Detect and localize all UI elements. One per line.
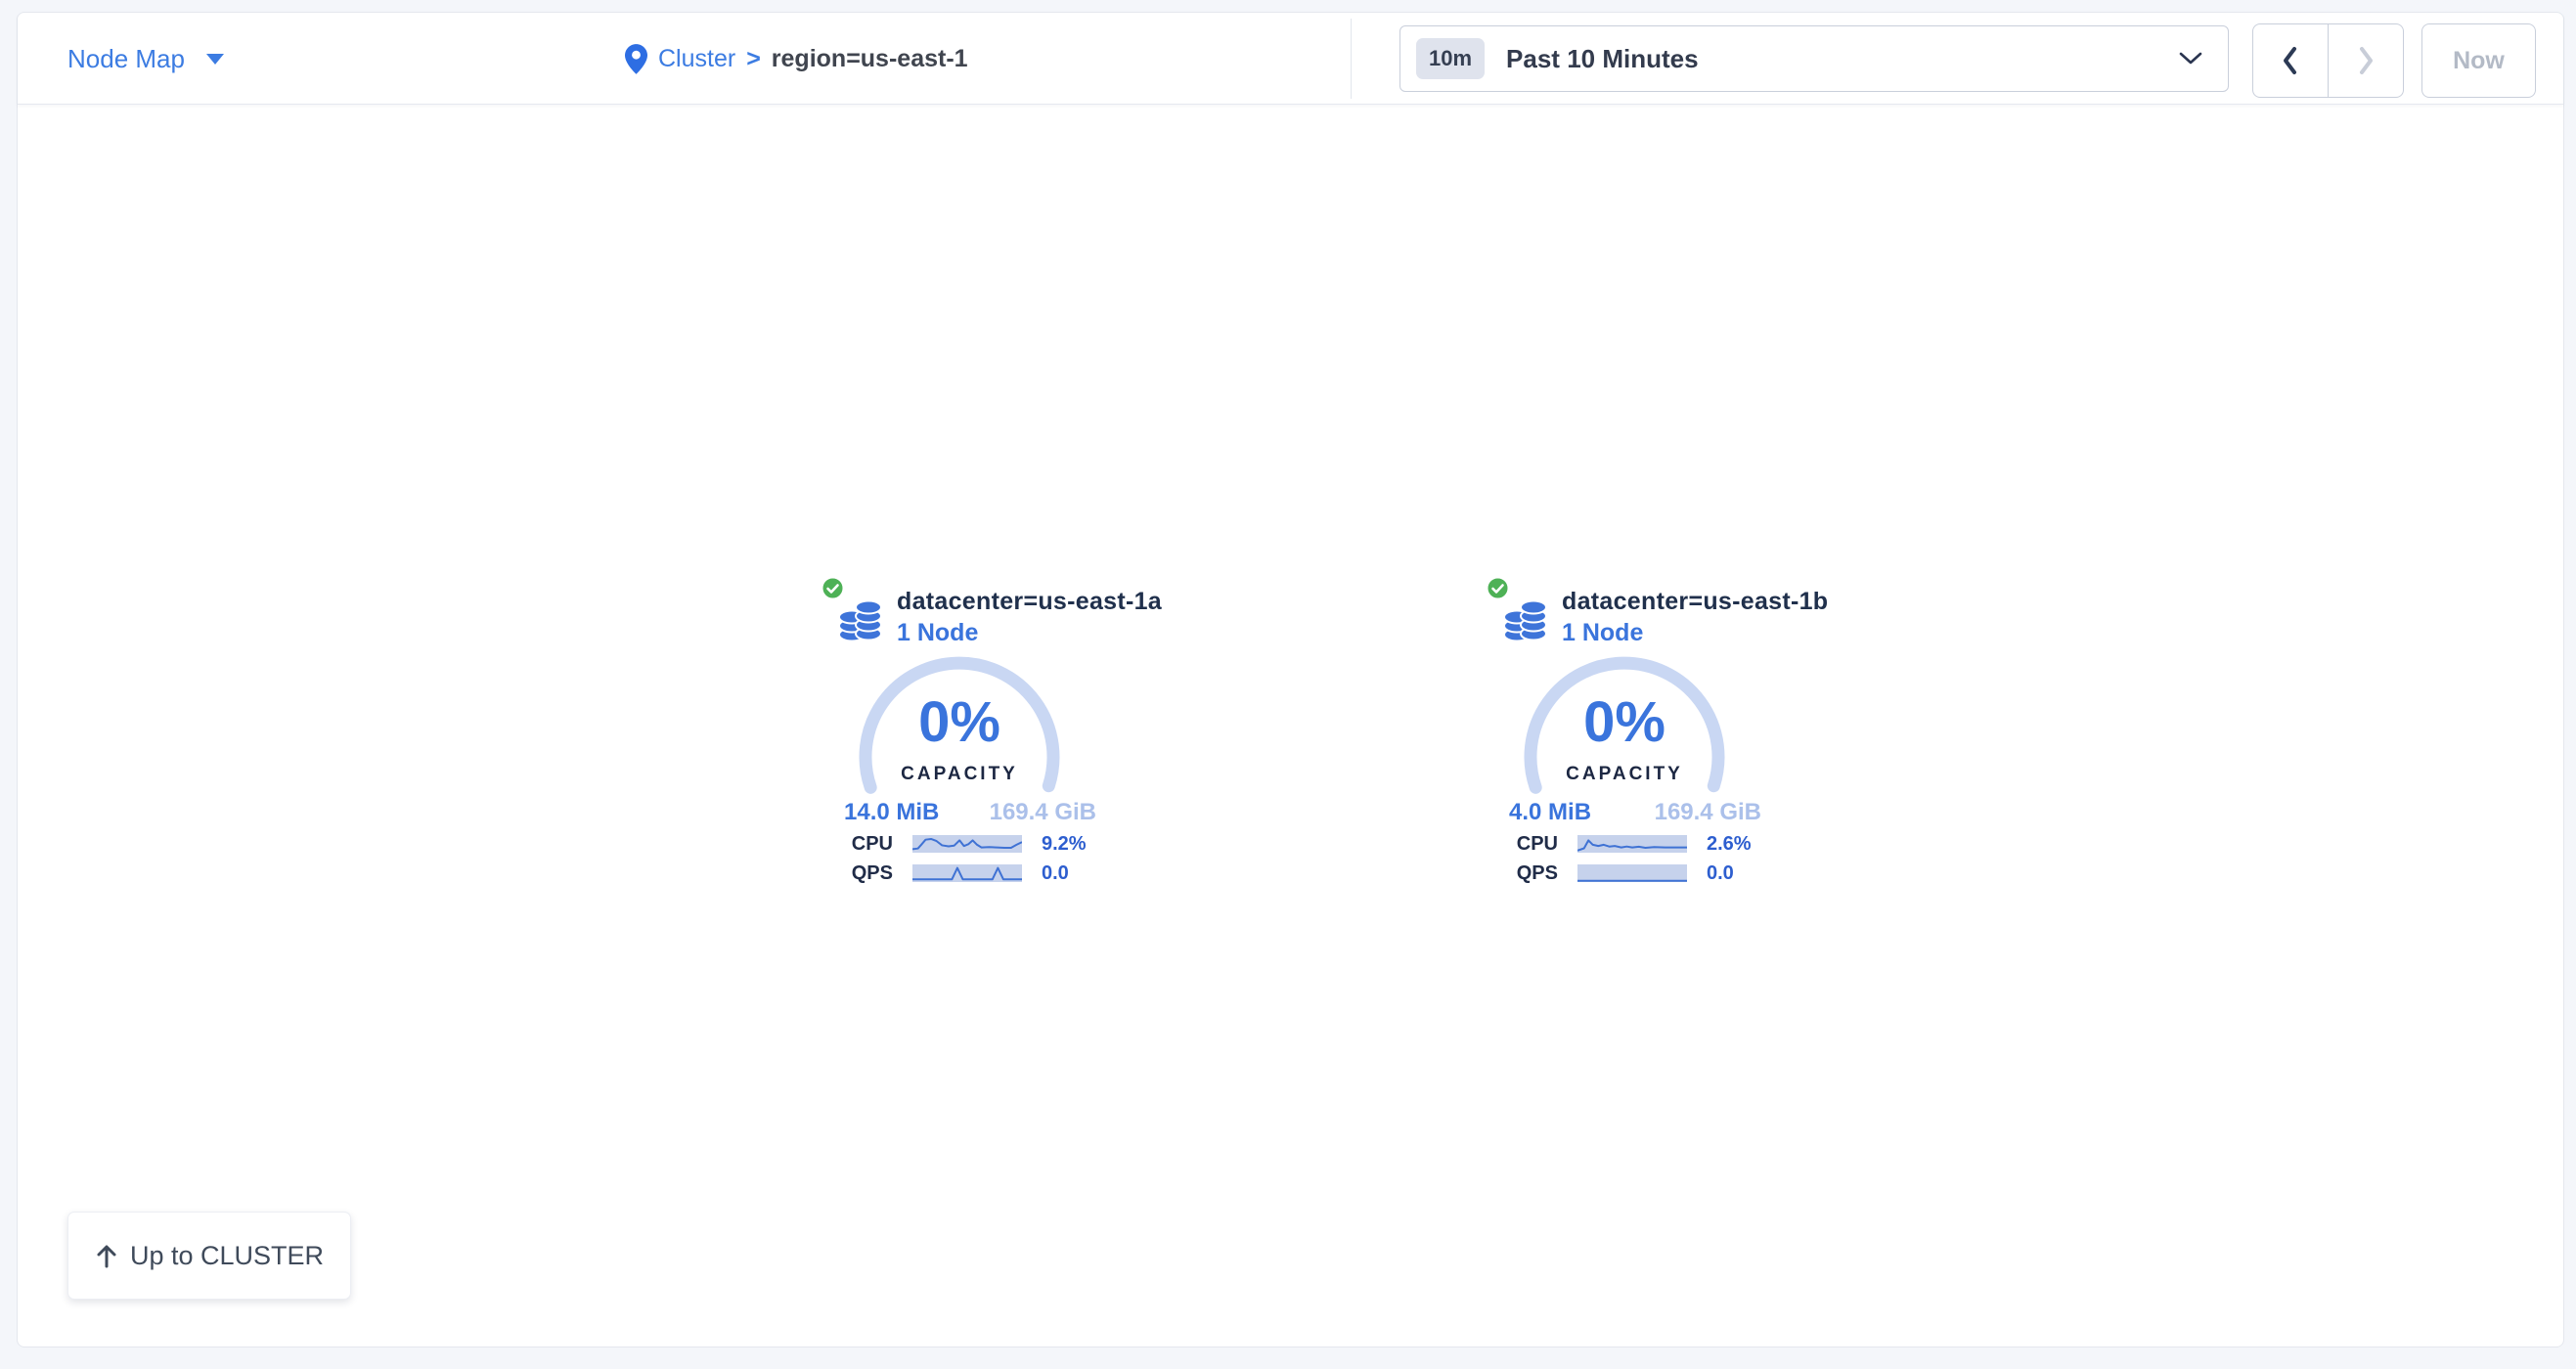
time-range-badge: 10m	[1416, 38, 1485, 79]
database-stack-icon	[838, 594, 883, 642]
up-to-cluster-label: Up to CLUSTER	[130, 1241, 324, 1271]
node-map-panel: Node Map Cluster > region=us-east-1 10m …	[17, 12, 2564, 1347]
capacity-gauge-arc	[856, 653, 1063, 861]
capacity-values: 4.0 MiB 169.4 GiB	[1509, 799, 1761, 826]
qps-metric-row: QPS 0.0	[844, 861, 1100, 885]
breadcrumb-separator: >	[746, 45, 761, 73]
cpu-label: CPU	[1509, 833, 1558, 856]
up-to-cluster-button[interactable]: Up to CLUSTER	[67, 1212, 351, 1300]
time-prev-button[interactable]	[2253, 24, 2329, 97]
datacenter-node-count: 1 Node	[897, 619, 978, 647]
cpu-value: 9.2%	[1042, 833, 1087, 856]
datacenter-card[interactable]: datacenter=us-east-1a 1 Node 0% CAPACITY…	[821, 576, 1114, 905]
datacenter-title: datacenter=us-east-1a	[897, 588, 1162, 616]
capacity-percentage: 0%	[856, 689, 1063, 755]
qps-label: QPS	[1509, 862, 1558, 885]
datacenter-node-count: 1 Node	[1562, 619, 1643, 647]
qps-sparkline	[912, 864, 1022, 882]
time-nav-group	[2252, 23, 2404, 98]
capacity-label: CAPACITY	[856, 764, 1063, 785]
capacity-used: 14.0 MiB	[844, 799, 939, 826]
cpu-metric-row: CPU 2.6%	[1509, 832, 1765, 856]
datacenter-card[interactable]: datacenter=us-east-1b 1 Node 0% CAPACITY…	[1486, 576, 1779, 905]
view-selector-label: Node Map	[67, 44, 185, 74]
capacity-values: 14.0 MiB 169.4 GiB	[844, 799, 1096, 826]
node-map-page: { "view": { "title": "Node Map" }, "brea…	[0, 0, 2576, 1369]
datacenter-title: datacenter=us-east-1b	[1562, 588, 1828, 616]
capacity-used: 4.0 MiB	[1509, 799, 1591, 826]
arrow-up-icon	[95, 1243, 118, 1268]
now-button[interactable]: Now	[2421, 23, 2536, 98]
cpu-metric-row: CPU 9.2%	[844, 832, 1100, 856]
caret-down-icon	[206, 54, 224, 65]
qps-sparkline	[1577, 864, 1687, 882]
breadcrumb-current: region=us-east-1	[772, 45, 968, 73]
qps-value: 0.0	[1042, 862, 1069, 885]
header-bar: Node Map Cluster > region=us-east-1 10m …	[18, 13, 2563, 105]
breadcrumb: Cluster > region=us-east-1	[625, 13, 968, 105]
capacity-label: CAPACITY	[1521, 764, 1728, 785]
capacity-percentage: 0%	[1521, 689, 1728, 755]
qps-value: 0.0	[1707, 862, 1734, 885]
database-stack-icon	[1503, 594, 1548, 642]
chevron-down-icon	[2179, 52, 2202, 66]
time-next-button[interactable]	[2329, 24, 2403, 97]
time-range-select[interactable]: 10m Past 10 Minutes	[1399, 25, 2229, 92]
cpu-sparkline	[912, 835, 1022, 853]
qps-label: QPS	[844, 862, 893, 885]
breadcrumb-cluster-link[interactable]: Cluster	[658, 45, 735, 73]
capacity-gauge-arc	[1521, 653, 1728, 861]
qps-metric-row: QPS 0.0	[1509, 861, 1765, 885]
cpu-value: 2.6%	[1707, 833, 1752, 856]
cpu-sparkline	[1577, 835, 1687, 853]
view-selector-dropdown[interactable]: Node Map	[67, 13, 224, 105]
location-pin-icon	[625, 44, 647, 74]
time-range-label: Past 10 Minutes	[1506, 44, 1699, 74]
capacity-total: 169.4 GiB	[1655, 799, 1761, 826]
healthy-check-icon	[1486, 576, 1510, 600]
healthy-check-icon	[821, 576, 845, 600]
header-divider	[1351, 19, 1352, 99]
capacity-total: 169.4 GiB	[990, 799, 1096, 826]
cpu-label: CPU	[844, 833, 893, 856]
chevron-left-icon	[2282, 46, 2299, 75]
chevron-right-icon	[2357, 46, 2375, 75]
